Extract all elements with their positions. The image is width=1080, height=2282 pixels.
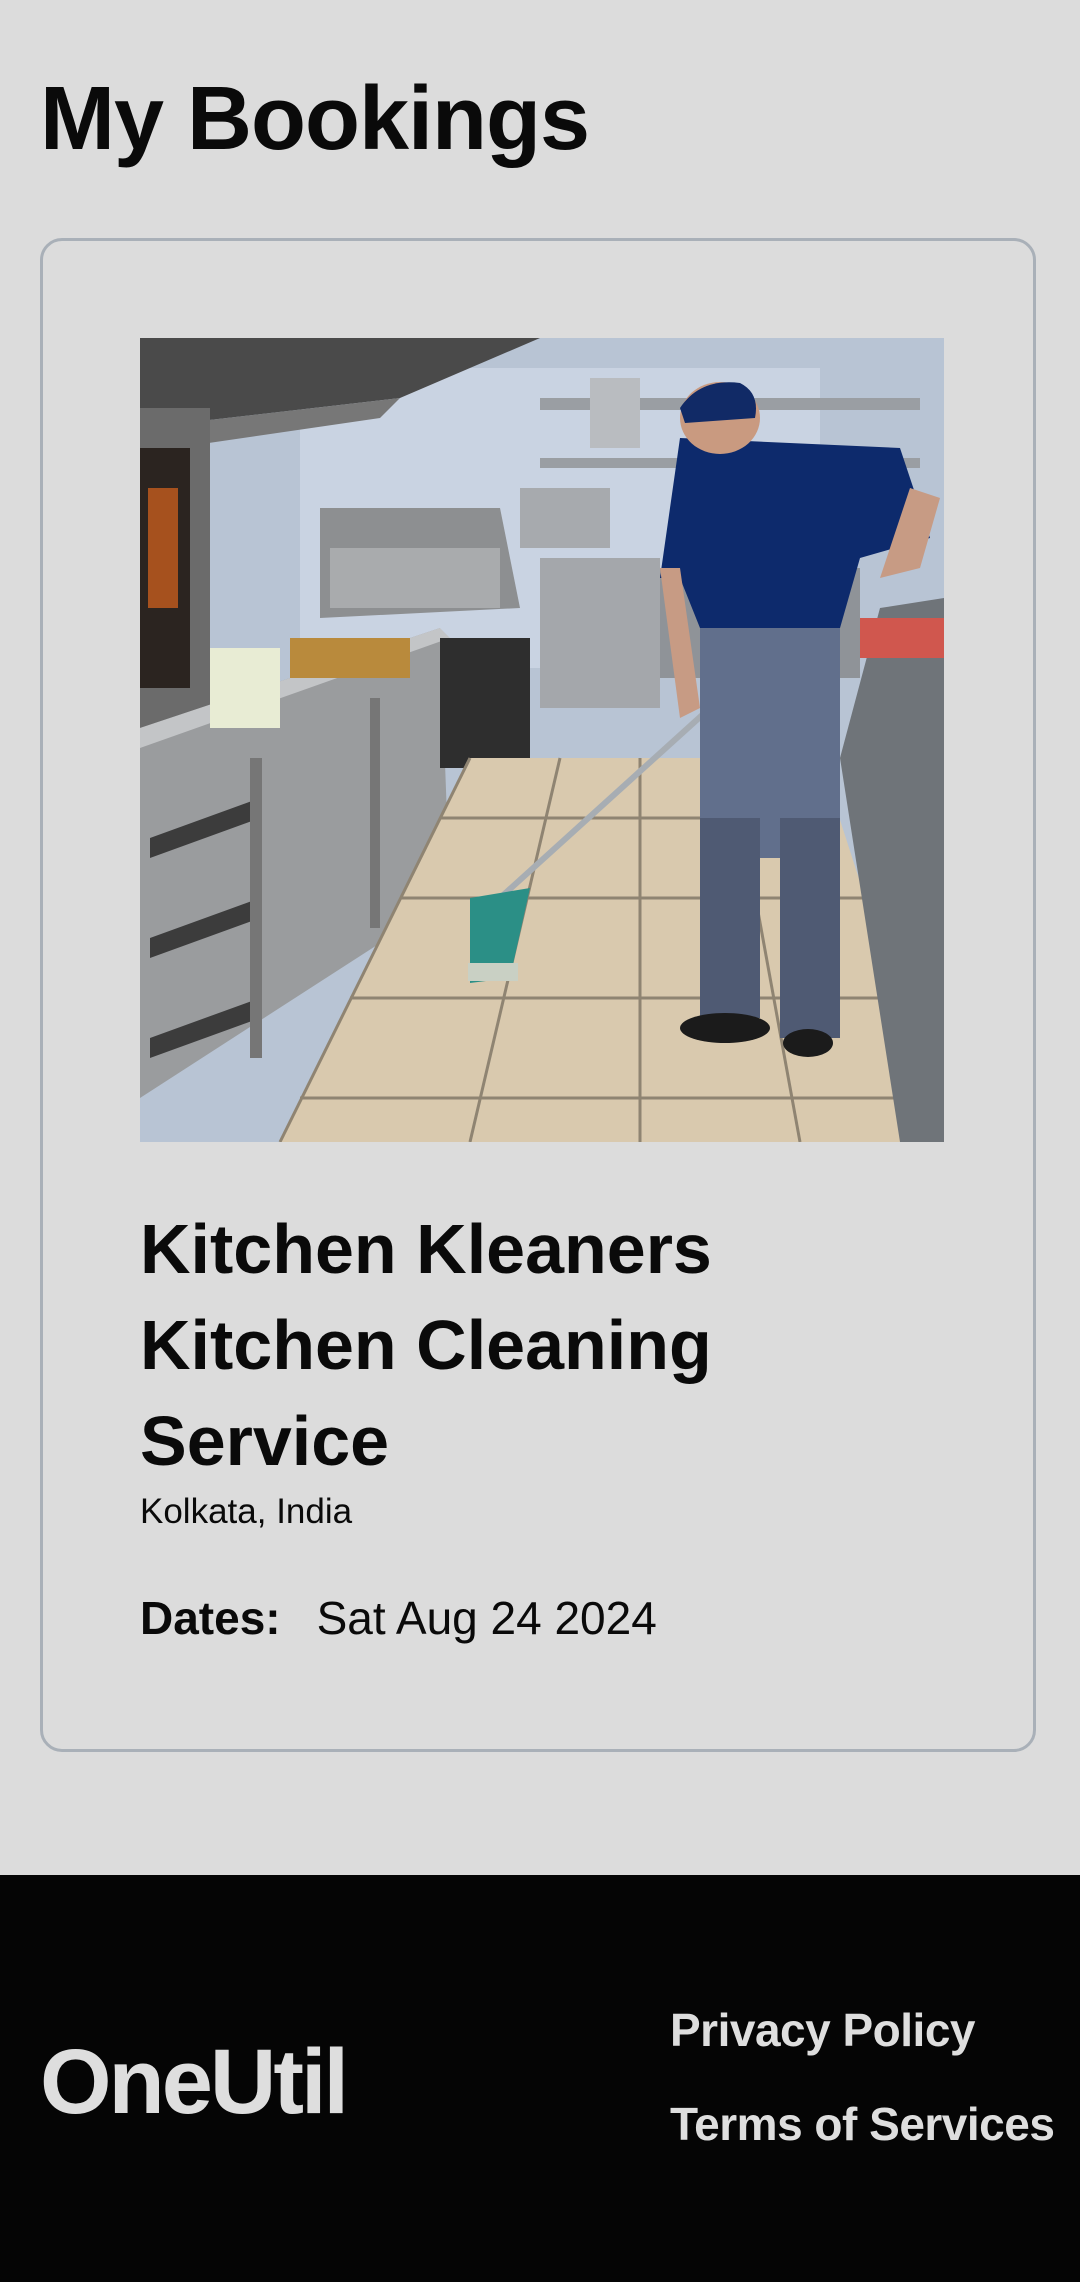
terms-of-services-link[interactable]: Terms of Services bbox=[670, 2097, 1055, 2152]
privacy-policy-link[interactable]: Privacy Policy bbox=[670, 2003, 975, 2058]
page-title: My Bookings bbox=[40, 69, 590, 169]
booking-card[interactable]: Kitchen Kleaners Kitchen Cleaning Servic… bbox=[40, 238, 1036, 1752]
service-location: Kolkata, India bbox=[140, 1492, 353, 1531]
dates-value: Sat Aug 24 2024 bbox=[316, 1592, 657, 1644]
footer: OneUtil Privacy Policy Terms of Services bbox=[0, 1875, 1080, 2282]
dates-label: Dates: bbox=[140, 1592, 281, 1644]
service-image bbox=[140, 338, 944, 1142]
booking-dates: Dates: Sat Aug 24 2024 bbox=[140, 1591, 657, 1646]
brand-logo[interactable]: OneUtil bbox=[40, 2031, 349, 2133]
service-title: Kitchen Kleaners Kitchen Cleaning Servic… bbox=[140, 1210, 712, 1480]
